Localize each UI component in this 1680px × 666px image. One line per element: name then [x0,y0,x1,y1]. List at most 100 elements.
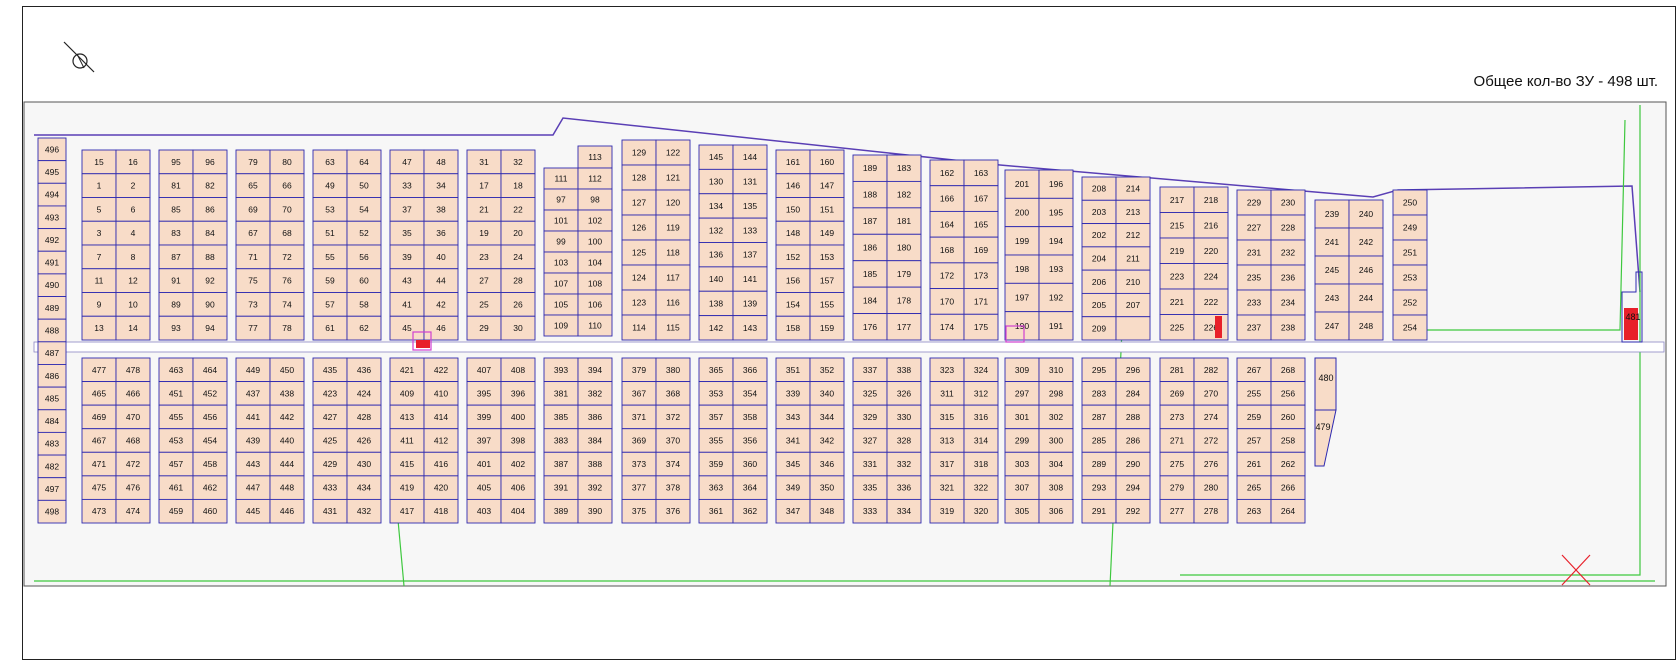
plot-label: 13 [94,323,104,333]
plot-label: 46 [436,323,446,333]
plot-label: 133 [743,225,757,235]
plot-label: 217 [1170,195,1184,205]
plot-label: 11 [95,276,104,286]
plot-label: 340 [820,388,834,398]
plot-label: 121 [666,173,680,183]
plot-label: 480 [1318,373,1333,383]
plot-label: 204 [1092,254,1106,264]
plot-label: 127 [632,198,646,208]
plot-label: 126 [632,223,646,233]
plot-label: 188 [863,190,877,200]
plot-label: 265 [1247,483,1261,493]
plot-label: 444 [280,459,294,469]
plot-label: 426 [357,436,371,446]
plot-label: 170 [940,296,954,306]
plot-label: 405 [477,483,491,493]
plot-label: 391 [554,483,568,493]
plot-label: 325 [863,388,877,398]
plot-label: 485 [45,393,59,403]
plot-label: 269 [1170,388,1184,398]
plot-label: 212 [1126,230,1140,240]
plot-label: 290 [1126,459,1140,469]
plot-label: 219 [1170,246,1184,256]
plot-label: 416 [434,459,448,469]
plot-label: 310 [1049,365,1063,375]
plot-label: 105 [554,300,568,310]
north-arrow-icon [63,41,95,73]
plot-label: 176 [863,322,877,332]
plot-label: 406 [511,483,525,493]
plot-label: 371 [632,412,646,422]
land-plot[interactable] [1115,316,1151,341]
plot-label: 117 [666,273,680,283]
plot-label: 70 [282,204,292,214]
plot-label: 256 [1281,388,1295,398]
plot-label: 159 [820,323,834,333]
plot-label: 479 [1315,422,1330,432]
plot-label: 207 [1126,300,1140,310]
plot-label: 20 [513,228,523,238]
plot-label: 78 [282,323,292,333]
plot-label: 383 [554,436,568,446]
plot-label: 239 [1325,209,1339,219]
plot-label: 74 [282,299,292,309]
plot-label: 67 [248,228,258,238]
plot-label: 174 [940,322,954,332]
plot-label: 186 [863,243,877,253]
plot-label: 362 [743,506,757,516]
plot-label: 208 [1092,184,1106,194]
plot-label: 73 [248,299,258,309]
plot-label: 276 [1204,459,1218,469]
plot-label: 122 [666,148,680,158]
plot-label: 376 [666,506,680,516]
plot-label: 389 [554,506,568,516]
plot-label: 283 [1092,388,1106,398]
plot-label: 497 [45,484,59,494]
plot-label: 183 [897,163,911,173]
plot-label: 355 [709,436,723,446]
plot-label: 179 [897,269,911,279]
plot-label: 65 [248,181,258,191]
plot-label: 313 [940,436,954,446]
plot-label: 482 [45,461,59,471]
plot-label: 113 [588,152,602,162]
plot-label: 343 [786,412,800,422]
plot-label: 169 [974,245,988,255]
plot-label: 363 [709,483,723,493]
plot-label: 214 [1126,184,1140,194]
plot-label: 164 [940,219,954,229]
plot-label: 395 [477,388,491,398]
plot-label: 60 [359,276,369,286]
plot-label: 151 [820,204,834,214]
plot-label: 213 [1126,207,1140,217]
plot-label: 95 [171,157,181,167]
plot-label: 115 [666,323,680,333]
plot-label: 356 [743,436,757,446]
plot-label: 452 [203,388,217,398]
plot-label: 415 [400,459,414,469]
plot-label: 225 [1170,322,1184,332]
plot-label: 37 [402,204,412,214]
plot-label: 326 [897,388,911,398]
plot-label: 254 [1403,323,1417,333]
plot-label: 266 [1281,483,1295,493]
plot-label: 316 [974,412,988,422]
plot-label: 21 [479,204,489,214]
plot-label: 353 [709,388,723,398]
plot-label: 137 [743,250,757,260]
plot-label: 373 [632,459,646,469]
plot-label: 119 [666,223,680,233]
plot-label: 124 [632,273,646,283]
plot-label: 1 [97,181,102,191]
plot-label: 360 [743,459,757,469]
plot-label: 215 [1170,220,1184,230]
plot-label: 62 [359,323,369,333]
plot-label: 201 [1015,179,1029,189]
plot-label: 477 [92,365,106,375]
plot-label: 258 [1281,436,1295,446]
plot-label: 487 [45,348,59,358]
plot-label: 257 [1247,436,1261,446]
cadastral-map: 15 161 25 63 47 811 129 1013 1495 9681 8285 8683 848… [23,41,1667,587]
plot-label: 466 [126,388,140,398]
plot-label: 302 [1049,412,1063,422]
